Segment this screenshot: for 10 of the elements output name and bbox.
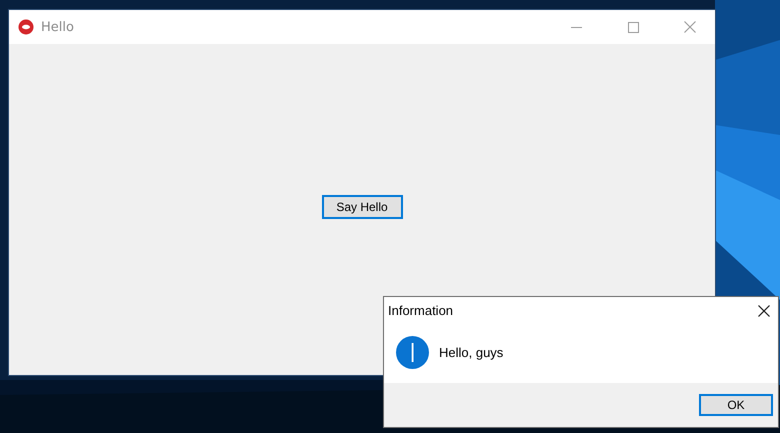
minimize-icon[interactable] — [570, 26, 582, 28]
say-hello-button[interactable]: Say Hello — [322, 194, 402, 218]
window-title: Hello — [41, 20, 75, 34]
info-icon — [396, 336, 429, 369]
dialog-message: Hello, guys — [439, 345, 504, 360]
close-icon[interactable] — [758, 304, 770, 316]
ok-button[interactable]: OK — [699, 394, 773, 416]
maximize-icon[interactable] — [628, 22, 638, 32]
dialog-title: Information — [388, 303, 454, 318]
app-icon — [18, 19, 34, 35]
